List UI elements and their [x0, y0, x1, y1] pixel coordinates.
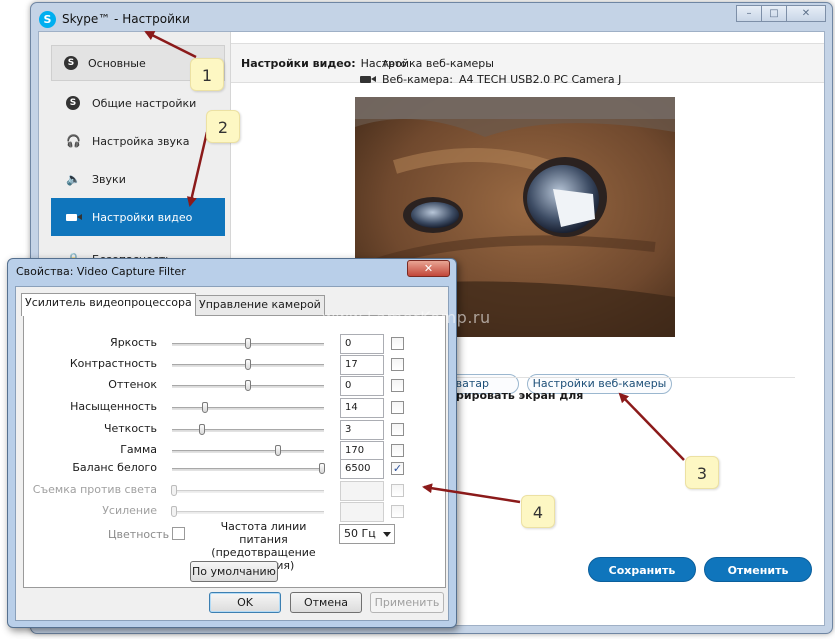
- skype-icon: S: [64, 56, 78, 70]
- property-value-field[interactable]: 170: [340, 441, 384, 461]
- minimize-button[interactable]: –: [736, 5, 762, 22]
- property-value-field[interactable]: 3: [340, 420, 384, 440]
- property-slider-track[interactable]: [172, 511, 324, 514]
- color-enable-checkbox[interactable]: [172, 527, 185, 540]
- property-slider-thumb[interactable]: [170, 506, 177, 517]
- property-auto-checkbox[interactable]: [391, 444, 404, 457]
- ok-button[interactable]: OK: [209, 592, 281, 613]
- watermark: www.LamerKomp.ru: [322, 308, 491, 327]
- property-slider-thumb[interactable]: [245, 338, 251, 349]
- property-label: Яркость: [110, 336, 157, 349]
- property-label: Съемка против света: [32, 483, 157, 496]
- property-slider-track[interactable]: [172, 429, 324, 432]
- callout-1: 1: [190, 58, 224, 91]
- property-value-field[interactable]: 17: [340, 355, 384, 375]
- section-divider: [419, 377, 795, 378]
- skype-logo-icon: S: [39, 10, 56, 28]
- window-title: Skype™ - Настройки: [62, 12, 190, 26]
- sidebar-item-label: Настройки видео: [92, 210, 193, 224]
- chevron-down-icon: [383, 532, 391, 537]
- dialog-close-button[interactable]: ✕: [407, 260, 450, 277]
- tab-video-proc-amp[interactable]: Усилитель видеопроцессора: [21, 293, 196, 316]
- property-value-field[interactable]: [340, 502, 384, 522]
- property-value-field[interactable]: 0: [340, 376, 384, 396]
- property-auto-checkbox[interactable]: [391, 358, 404, 371]
- property-auto-checkbox[interactable]: [391, 379, 404, 392]
- webcam-name[interactable]: A4 TECH USB2.0 PC Camera J: [459, 73, 621, 86]
- headset-icon: 🎧: [66, 134, 81, 148]
- property-value-field[interactable]: [340, 481, 384, 501]
- window-titlebar: S Skype™ - Настройки: [39, 9, 190, 29]
- sidebar-section-label: Основные: [88, 56, 146, 70]
- webcam-info-row: Веб-камера: A4 TECH USB2.0 PC Camera J: [360, 73, 621, 86]
- property-auto-checkbox[interactable]: [391, 423, 404, 436]
- property-label: Гамма: [120, 443, 157, 456]
- webcam-label: Веб-камера:: [382, 73, 453, 86]
- sidebar-item-video-settings[interactable]: Настройки видео: [51, 198, 225, 236]
- property-slider-thumb[interactable]: [245, 380, 251, 391]
- sidebar-item-label: Звуки: [92, 172, 126, 186]
- property-slider-thumb[interactable]: [202, 402, 209, 413]
- auto-column-header: Авто: [382, 59, 407, 70]
- video-camera-icon: [360, 76, 376, 83]
- property-slider-track[interactable]: [172, 490, 324, 493]
- dialog-cancel-button[interactable]: Отмена: [290, 592, 362, 613]
- speaker-icon: 🔈: [66, 172, 81, 186]
- property-slider-thumb[interactable]: [199, 424, 206, 435]
- close-window-button[interactable]: ✕: [786, 5, 826, 22]
- property-label: Усиление: [102, 504, 157, 517]
- save-button[interactable]: Сохранить: [588, 557, 696, 582]
- property-slider-thumb[interactable]: [245, 359, 251, 370]
- powerline-frequency-value: 50 Гц: [344, 527, 376, 540]
- video-camera-icon: [66, 210, 82, 224]
- property-auto-checkbox[interactable]: [391, 505, 404, 518]
- property-auto-checkbox[interactable]: [391, 401, 404, 414]
- sidebar-item-label: Общие настройки: [92, 96, 197, 110]
- property-auto-checkbox[interactable]: [391, 484, 404, 497]
- property-slider-track[interactable]: [172, 450, 324, 453]
- skype-icon: S: [66, 96, 80, 110]
- property-slider-track[interactable]: [172, 407, 324, 410]
- callout-2: 2: [206, 110, 240, 143]
- property-value-field[interactable]: 6500: [340, 459, 384, 479]
- color-enable-label: Цветность: [108, 528, 170, 541]
- property-value-field[interactable]: 0: [340, 334, 384, 354]
- property-value-field[interactable]: 14: [340, 398, 384, 418]
- property-slider-track[interactable]: [172, 468, 324, 471]
- cancel-settings-button[interactable]: Отменить: [704, 557, 812, 582]
- apply-button[interactable]: Применить: [370, 592, 444, 613]
- callout-3: 3: [685, 456, 719, 489]
- dialog-title: Свойства: Video Capture Filter: [16, 265, 186, 278]
- property-label: Насыщенность: [70, 400, 157, 413]
- callout-4: 4: [521, 495, 555, 528]
- property-label: Четкость: [103, 422, 157, 435]
- maximize-button[interactable]: □: [761, 5, 787, 22]
- tab-camera-control[interactable]: Управление камерой: [195, 295, 325, 315]
- sidebar-item-audio-settings[interactable]: 🎧 Настройка звука: [51, 122, 225, 160]
- sidebar-item-label: Настройка звука: [92, 134, 190, 148]
- page-title-rest: Настройка веб-камеры: [360, 56, 494, 70]
- property-label: Контрастность: [69, 357, 157, 370]
- property-slider-thumb[interactable]: [319, 463, 326, 474]
- sidebar-item-sounds[interactable]: 🔈 Звуки: [51, 160, 225, 198]
- powerline-frequency-select[interactable]: 50 Гц: [339, 524, 395, 544]
- property-auto-checkbox[interactable]: [391, 337, 404, 350]
- page-title-bold: Настройки видео:: [241, 56, 356, 70]
- window-controls: – □ ✕: [736, 5, 826, 22]
- property-label: Оттенок: [108, 378, 157, 391]
- property-slider-thumb[interactable]: [170, 485, 177, 496]
- property-auto-checkbox[interactable]: ✓: [391, 462, 404, 475]
- property-slider-thumb[interactable]: [275, 445, 282, 456]
- property-label: Баланс белого: [72, 461, 157, 474]
- defaults-button[interactable]: По умолчанию: [190, 561, 278, 582]
